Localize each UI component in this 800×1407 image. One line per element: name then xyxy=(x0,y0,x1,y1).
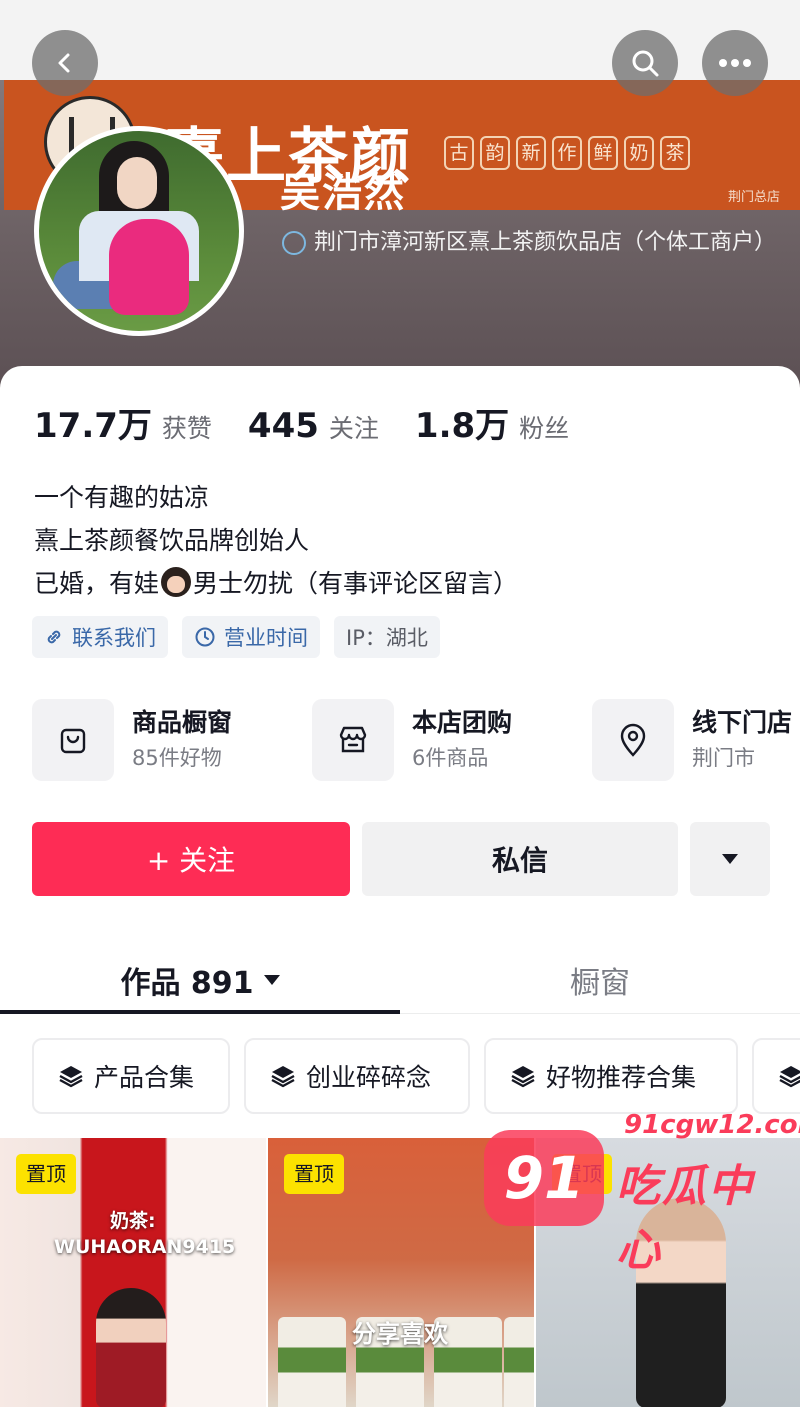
collection-chip[interactable]: 好物推荐合集 xyxy=(484,1038,738,1114)
watermark: 91 91cgw12.com 吃瓜中心 xyxy=(484,1110,800,1276)
profile-name: 吴浩然 xyxy=(280,170,406,216)
service-subtitle: 6件商品 xyxy=(412,746,489,770)
location-pin-icon xyxy=(592,699,674,781)
search-icon xyxy=(632,50,659,77)
more-button[interactable] xyxy=(702,30,768,96)
watermark-site: 91cgw12.com xyxy=(624,1110,800,1140)
video-overlay-text: 分享喜欢 xyxy=(352,1320,448,1348)
verification-row[interactable]: 荆门市漳河新区熹上茶颜饮品店（个体工商户） xyxy=(282,228,777,258)
service-subtitle: 荆门市 xyxy=(692,746,755,770)
back-button[interactable] xyxy=(32,30,98,96)
banner-tag: 奶 xyxy=(624,136,654,170)
tab-works[interactable]: 作品 891 xyxy=(0,946,400,1014)
tab-label: 橱窗 xyxy=(570,966,630,1001)
bio-text: 男士勿扰（有事评论区留言） xyxy=(193,569,519,598)
profile-header: 熹上茶颜 古 韵 新 作 鲜 奶 茶 荆门总店 吴浩然 荆门市漳河新区熹上茶颜饮… xyxy=(0,0,800,400)
verification-text: 荆门市漳河新区熹上茶颜饮品店（个体工商户） xyxy=(314,230,777,255)
message-button[interactable]: 私信 xyxy=(362,822,678,896)
bio: 一个有趣的姑凉 熹上茶颜餐饮品牌创始人 已婚，有娃 男士勿扰（有事评论区留言） xyxy=(34,476,518,605)
contact-chip[interactable]: 联系我们 xyxy=(32,616,168,658)
collection-chip[interactable]: 创业碎碎念 xyxy=(244,1038,470,1114)
bio-line: 一个有趣的姑凉 xyxy=(34,483,210,512)
more-dots-icon xyxy=(719,59,751,67)
collection-chip[interactable] xyxy=(752,1038,800,1114)
bio-line: 熹上茶颜餐饮品牌创始人 xyxy=(34,526,310,555)
chip-label: 营业时间 xyxy=(224,626,308,650)
service-title: 商品橱窗 xyxy=(132,708,233,737)
verified-badge-icon xyxy=(282,231,306,255)
collection-label: 产品合集 xyxy=(94,1063,195,1092)
pinned-badge: 置顶 xyxy=(16,1154,76,1194)
service-showcase[interactable]: 商品橱窗 85件好物 xyxy=(32,698,232,782)
collection-label: 创业碎碎念 xyxy=(306,1063,432,1092)
pinned-badge: 置顶 xyxy=(284,1154,344,1194)
layers-icon xyxy=(779,1066,800,1088)
stat-followers[interactable]: 1.8万 粉丝 xyxy=(415,398,569,447)
store-icon xyxy=(312,699,394,781)
chip-label: IP：湖北 xyxy=(346,626,428,650)
follow-button[interactable]: + 关注 xyxy=(32,822,350,896)
bio-line: 已婚，有娃 男士勿扰（有事评论区留言） xyxy=(34,562,518,605)
stat-value: 445 xyxy=(247,406,319,446)
tab-showcase[interactable]: 橱窗 xyxy=(400,946,800,1014)
hours-chip[interactable]: 营业时间 xyxy=(182,616,320,658)
link-icon xyxy=(47,630,61,644)
search-button[interactable] xyxy=(612,30,678,96)
stat-following[interactable]: 445 关注 xyxy=(248,406,379,446)
avatar[interactable] xyxy=(34,126,244,336)
clock-icon xyxy=(195,627,215,647)
banner-tag: 茶 xyxy=(660,136,690,170)
more-options-button[interactable] xyxy=(690,822,770,896)
collection-chips: 产品合集 创业碎碎念 好物推荐合集 xyxy=(32,1038,800,1114)
banner-tag: 新 xyxy=(516,136,546,170)
caret-down-icon xyxy=(722,854,738,864)
stat-value: 17.7万 xyxy=(34,406,152,446)
status-strip xyxy=(0,0,800,80)
banner-tag: 鲜 xyxy=(588,136,618,170)
person-figure xyxy=(96,1288,166,1407)
banner-tags: 古 韵 新 作 鲜 奶 茶 xyxy=(444,136,690,170)
service-subtitle: 85件好物 xyxy=(132,746,222,770)
tab-indicator xyxy=(0,1010,400,1014)
profile-chips: 联系我们 营业时间 IP：湖北 xyxy=(32,616,440,658)
shopping-bag-icon xyxy=(32,699,114,781)
chevron-left-icon xyxy=(58,53,70,73)
service-group-buy[interactable]: 本店团购 6件商品 xyxy=(312,698,512,782)
action-buttons: + 关注 私信 xyxy=(32,822,772,896)
stat-value: 1.8万 xyxy=(414,406,510,446)
service-offline-store[interactable]: 线下门店 荆门市 xyxy=(592,698,792,782)
layers-icon xyxy=(59,1066,83,1088)
banner-tag: 韵 xyxy=(480,136,510,170)
service-title: 本店团购 xyxy=(412,708,513,737)
content-tabs: 作品 891 橱窗 xyxy=(0,946,800,1014)
collection-label: 好物推荐合集 xyxy=(546,1063,697,1092)
watermark-name: 吃瓜中心 xyxy=(616,1161,754,1276)
layers-icon xyxy=(271,1066,295,1088)
banner-tag: 古 xyxy=(444,136,474,170)
girl-emoji-icon xyxy=(161,567,192,597)
service-entries: 商品橱窗 85件好物 本店团购 6件商品 线下门店 荆门市 xyxy=(32,698,800,782)
video-thumbnail[interactable]: 置顶 奶茶: WUHAORAN9415 xyxy=(0,1138,266,1407)
caret-down-icon xyxy=(263,975,280,985)
video-overlay-text: 奶茶: xyxy=(110,1210,156,1232)
service-title: 线下门店 xyxy=(692,708,793,737)
stat-label: 获赞 xyxy=(161,414,212,443)
stat-likes[interactable]: 17.7万 获赞 xyxy=(34,398,212,447)
stats-row: 17.7万 获赞 445 关注 1.8万 粉丝 xyxy=(34,398,605,447)
collection-chip[interactable]: 产品合集 xyxy=(32,1038,230,1114)
stat-label: 粉丝 xyxy=(519,414,570,443)
chip-label: 联系我们 xyxy=(72,626,156,650)
bio-text: 已婚，有娃 xyxy=(34,569,160,598)
tab-label: 作品 891 xyxy=(120,966,254,1001)
banner-tag: 作 xyxy=(552,136,582,170)
banner-branch: 荆门总店 xyxy=(727,190,780,205)
stat-label: 关注 xyxy=(328,414,379,443)
video-overlay-text: WUHAORAN9415 xyxy=(54,1236,236,1258)
layers-icon xyxy=(511,1066,535,1088)
ip-chip: IP：湖北 xyxy=(334,616,440,658)
watermark-badge: 91 xyxy=(484,1130,604,1226)
